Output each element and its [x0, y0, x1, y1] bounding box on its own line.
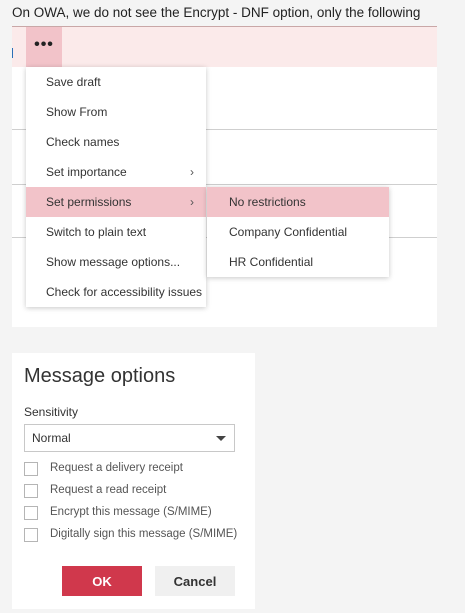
checkbox-row-encrypt-smime[interactable]: Encrypt this message (S/MIME) — [24, 505, 249, 523]
submenu-item-label: Company Confidential — [229, 225, 348, 239]
ellipsis-icon: ••• — [34, 36, 54, 53]
submenu-item-hr-confidential[interactable]: HR Confidential — [207, 247, 389, 277]
menu-item-check-names[interactable]: Check names — [26, 127, 206, 157]
checkbox-row-read-receipt[interactable]: Request a read receipt — [24, 483, 249, 501]
permissions-submenu: No restrictions Company Confidential HR … — [207, 187, 389, 277]
compose-toolbar: ••• — [12, 27, 437, 67]
submenu-item-company-confidential[interactable]: Company Confidential — [207, 217, 389, 247]
checkbox-label: Digitally sign this message (S/MIME) — [50, 528, 238, 540]
menu-item-label: Save draft — [46, 75, 101, 89]
menu-item-label: Show message options... — [46, 255, 181, 269]
checkbox-row-sign-smime[interactable]: Digitally sign this message (S/MIME) — [24, 527, 249, 545]
menu-item-label: Set importance — [46, 165, 127, 179]
checkbox-row-delivery-receipt[interactable]: Request a delivery receipt — [24, 461, 249, 479]
menu-item-label: Switch to plain text — [46, 225, 147, 239]
menu-item-set-importance[interactable]: Set importance › — [26, 157, 206, 187]
chevron-right-icon: › — [190, 195, 194, 209]
menu-item-set-permissions[interactable]: Set permissions › — [26, 187, 206, 217]
message-options-dialog: Message options Sensitivity Normal Reque… — [12, 353, 255, 609]
sensitivity-value: Normal — [32, 431, 71, 445]
menu-item-check-accessibility[interactable]: Check for accessibility issues — [26, 277, 206, 307]
menu-item-save-draft[interactable]: Save draft — [26, 67, 206, 97]
sign-smime-checkbox[interactable] — [24, 528, 38, 542]
checkbox-label: Request a delivery receipt — [50, 462, 183, 474]
more-options-menu: Save draft Show From Check names Set imp… — [26, 67, 206, 307]
checkbox-label: Request a read receipt — [50, 484, 167, 496]
submenu-item-label: No restrictions — [229, 195, 306, 209]
checkbox-label: Encrypt this message (S/MIME) — [50, 506, 212, 518]
read-receipt-checkbox[interactable] — [24, 484, 38, 498]
delivery-receipt-checkbox[interactable] — [24, 462, 38, 476]
sensitivity-select[interactable]: Normal — [24, 424, 235, 452]
chevron-right-icon: › — [190, 165, 194, 179]
caption-text: On OWA, we do not see the Encrypt - DNF … — [12, 5, 421, 20]
menu-item-label: Check names — [46, 135, 120, 149]
menu-item-show-message-options[interactable]: Show message options... — [26, 247, 206, 277]
menu-item-label: Show From — [46, 105, 108, 119]
ok-button[interactable]: OK — [62, 566, 142, 596]
menu-item-label: Check for accessibility issues — [46, 285, 203, 299]
submenu-item-label: HR Confidential — [229, 255, 314, 269]
sensitivity-label: Sensitivity — [24, 405, 79, 419]
menu-item-show-from[interactable]: Show From — [26, 97, 206, 127]
encrypt-smime-checkbox[interactable] — [24, 506, 38, 520]
submenu-item-no-restrictions[interactable]: No restrictions — [207, 187, 389, 217]
menu-item-label: Set permissions — [46, 195, 132, 209]
toolbar-edge-marker — [12, 48, 13, 58]
cancel-button[interactable]: Cancel — [155, 566, 235, 596]
more-options-button[interactable]: ••• — [26, 27, 62, 67]
dialog-title: Message options — [24, 365, 176, 387]
menu-item-switch-plain-text[interactable]: Switch to plain text — [26, 217, 206, 247]
chevron-down-icon — [216, 436, 226, 441]
